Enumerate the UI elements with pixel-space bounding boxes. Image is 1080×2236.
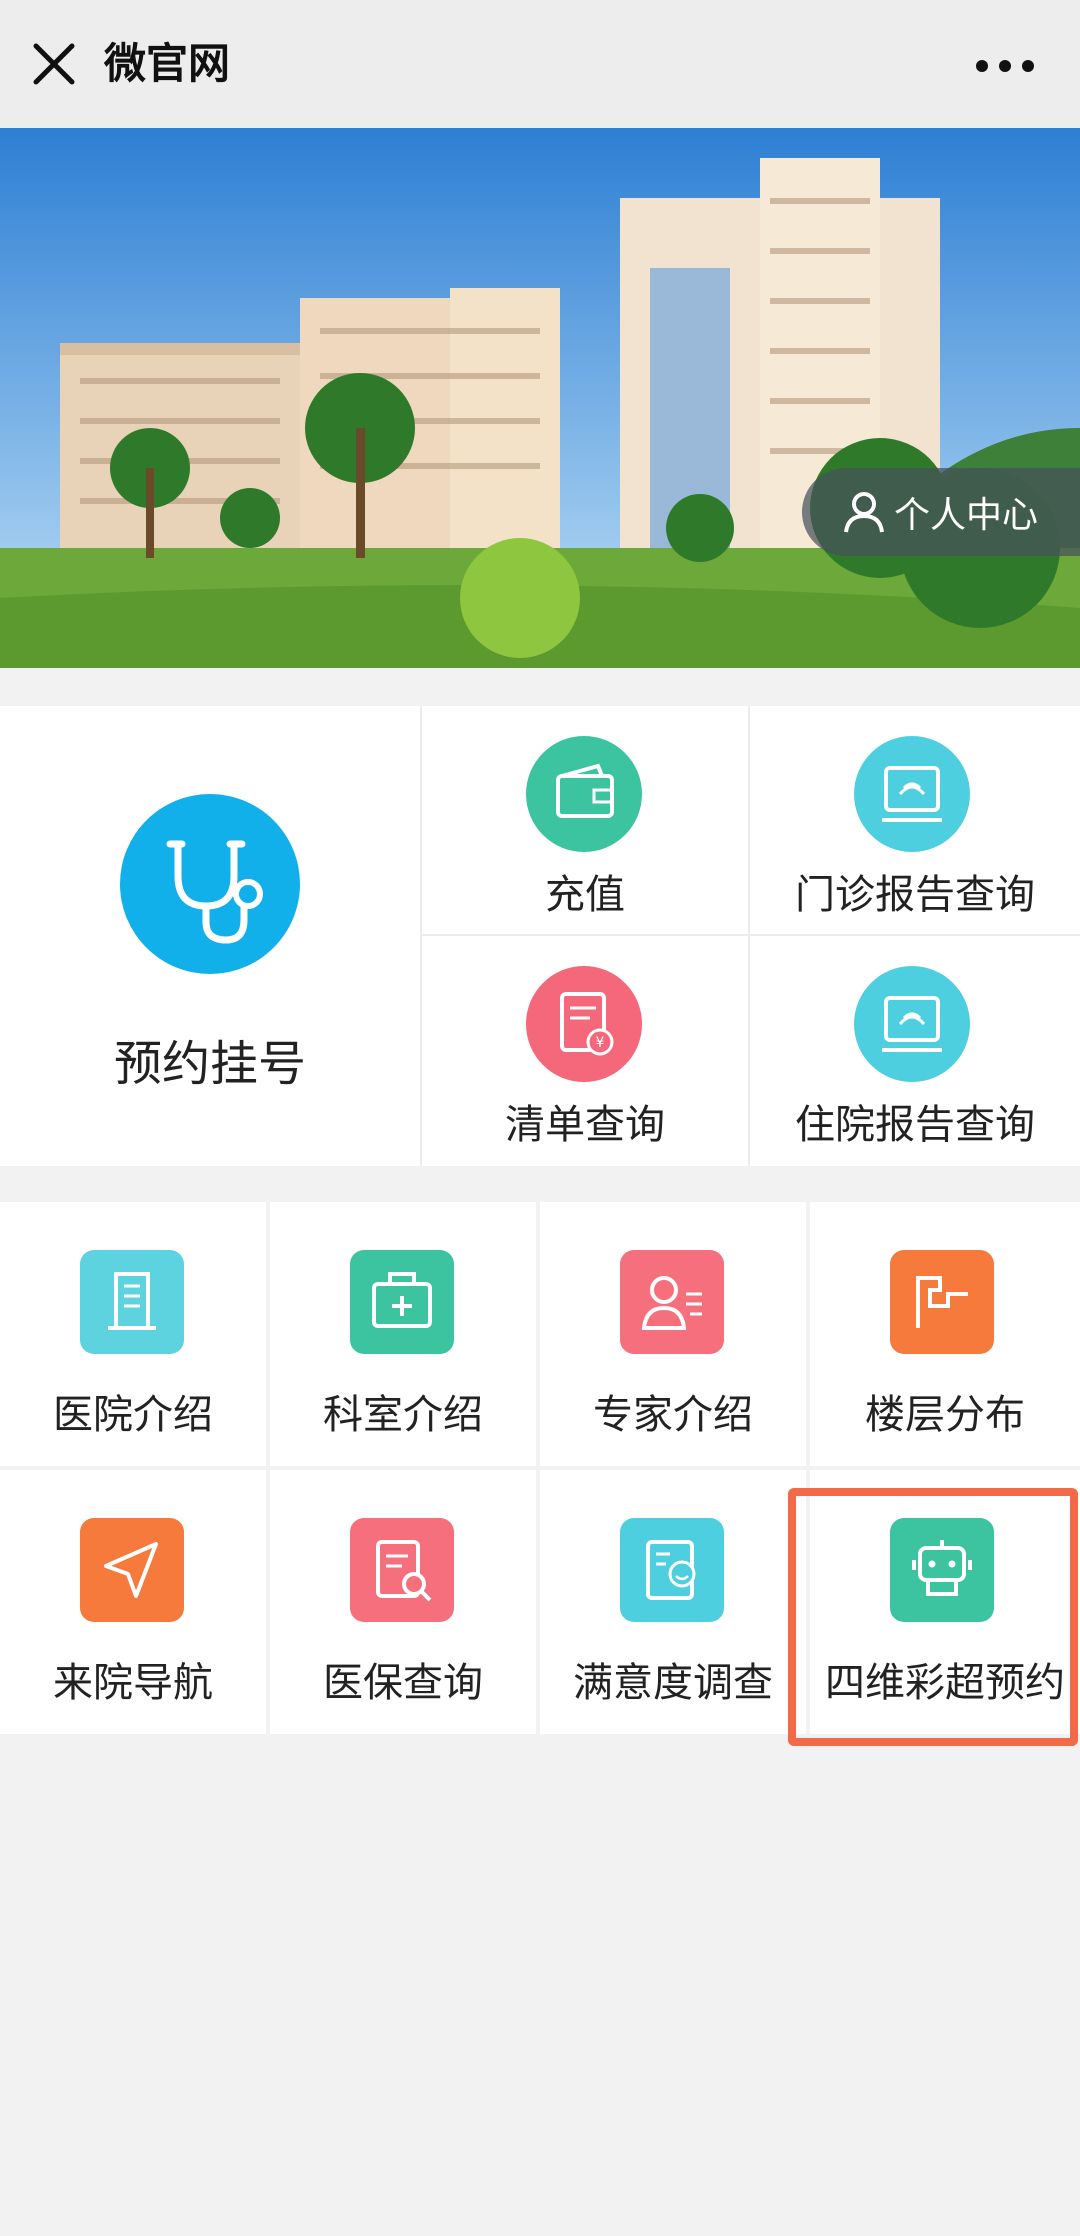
- floor-layout-label: 楼层分布: [865, 1392, 1025, 1438]
- recharge-label: 充值: [545, 872, 625, 918]
- user-icon: [844, 492, 884, 533]
- hospital-intro-label: 医院介绍: [53, 1392, 213, 1438]
- stethoscope-icon: [120, 794, 300, 974]
- expert-intro-button[interactable]: 专家介绍: [540, 1202, 806, 1466]
- insurance-query-button[interactable]: 医保查询: [270, 1470, 536, 1734]
- document-search-icon: [350, 1518, 454, 1622]
- navigation-icon: [80, 1518, 184, 1622]
- stairs-icon: [890, 1250, 994, 1354]
- outpatient-report-button[interactable]: 门诊报告查询: [750, 706, 1080, 936]
- more-icon[interactable]: [960, 40, 1050, 90]
- personal-center-button[interactable]: 个人中心: [802, 468, 1080, 556]
- building-icon: [80, 1250, 184, 1354]
- expert-intro-label: 专家介绍: [593, 1392, 753, 1438]
- personal-center-label: 个人中心: [894, 495, 1039, 536]
- receipt-icon: ¥: [526, 966, 642, 1082]
- main-services: 预约挂号 充值 门诊报告查询 ¥ 清单查询 住院报告查询: [0, 706, 1080, 1166]
- insurance-query-label: 医保查询: [323, 1660, 483, 1706]
- outpatient-report-label: 门诊报告查询: [795, 872, 1035, 918]
- survey-smile-icon: [620, 1518, 724, 1622]
- appointment-button[interactable]: 预约挂号: [0, 706, 422, 1166]
- navigation-button[interactable]: 来院导航: [0, 1470, 266, 1734]
- banner-carousel[interactable]: 个人中心: [0, 128, 1080, 668]
- top-bar: 微官网: [0, 0, 1080, 128]
- wallet-icon: [526, 736, 642, 852]
- recharge-button[interactable]: 充值: [422, 706, 750, 936]
- highlight-frame: [788, 1488, 1078, 1746]
- ultrasound-icon: [854, 736, 970, 852]
- navigation-label: 来院导航: [53, 1660, 213, 1706]
- bill-query-button[interactable]: ¥ 清单查询: [422, 936, 750, 1166]
- hospital-photo: [0, 128, 1080, 668]
- bill-query-label: 清单查询: [505, 1102, 665, 1148]
- ultrasound-icon: [854, 966, 970, 1082]
- medical-kit-icon: [350, 1250, 454, 1354]
- svg-text:¥: ¥: [596, 1035, 605, 1051]
- page-title: 微官网: [104, 39, 231, 88]
- doctor-profile-icon: [620, 1250, 724, 1354]
- department-intro-label: 科室介绍: [323, 1392, 483, 1438]
- inpatient-report-label: 住院报告查询: [795, 1102, 1035, 1148]
- inpatient-report-button[interactable]: 住院报告查询: [750, 936, 1080, 1166]
- satisfaction-survey-label: 满意度调查: [573, 1660, 773, 1706]
- hospital-intro-button[interactable]: 医院介绍: [0, 1202, 266, 1466]
- close-icon[interactable]: [26, 36, 82, 92]
- appointment-label: 预约挂号: [113, 1036, 306, 1092]
- department-intro-button[interactable]: 科室介绍: [270, 1202, 536, 1466]
- satisfaction-survey-button[interactable]: 满意度调查: [540, 1470, 806, 1734]
- floor-layout-button[interactable]: 楼层分布: [810, 1202, 1080, 1466]
